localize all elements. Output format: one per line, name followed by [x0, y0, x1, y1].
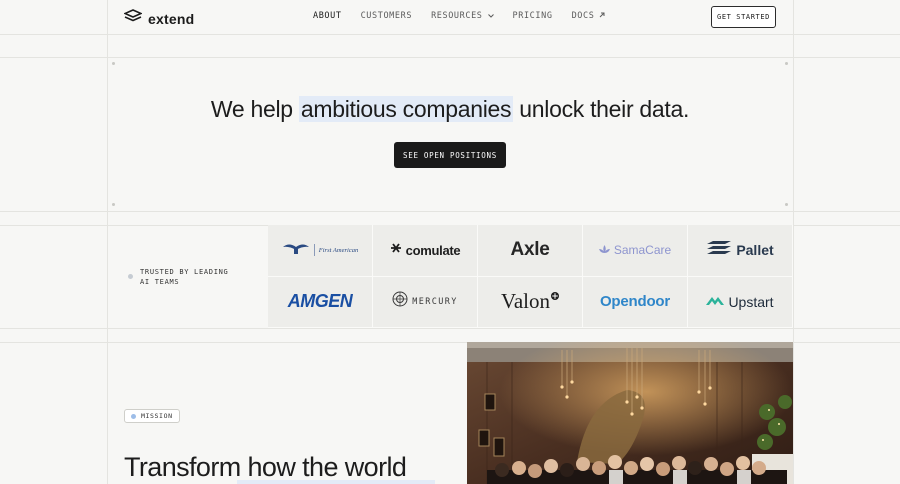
logo-first-american: First American	[268, 225, 373, 277]
logo-samacare: SamaCare	[583, 225, 688, 277]
brand-logo[interactable]: extend	[123, 9, 195, 28]
opendoor-text: Opendoor	[599, 293, 671, 311]
trusted-label: TRUSTED BY LEADING AI TEAMS	[128, 267, 235, 287]
nav-customers[interactable]: CUSTOMERS	[361, 11, 412, 21]
axle-text: Axle	[510, 239, 550, 261]
pallet-icon	[706, 241, 732, 259]
brand-name: extend	[148, 10, 195, 27]
hero-title-start: We help	[210, 96, 299, 122]
pallet-text: Pallet	[736, 242, 774, 259]
logo-valon: Valon	[478, 276, 583, 328]
logo-mercury: MERCURY	[373, 276, 478, 328]
logo-pallet: Pallet	[688, 225, 793, 277]
nav-docs-label: DOCS	[571, 11, 595, 21]
logo-divider	[313, 244, 315, 257]
external-arrow-icon	[599, 11, 605, 21]
nav-about-label: ABOUT	[313, 11, 342, 21]
lotus-icon	[598, 241, 610, 259]
samacare-text: SamaCare	[613, 243, 672, 258]
mission-title: Transform how the world	[124, 452, 407, 482]
nav-pricing-label: PRICING	[512, 11, 553, 21]
mission-badge-label: MISSION	[141, 412, 173, 420]
main-menu: ABOUT CUSTOMERS RESOURCES PRICING DOCS	[313, 11, 624, 21]
nav-resources[interactable]: RESOURCES	[431, 11, 494, 21]
hero-title-highlight: ambitious companies	[298, 96, 514, 122]
mercury-text: MERCURY	[412, 296, 458, 307]
mission-badge: MISSION	[124, 409, 180, 423]
nav-about[interactable]: ABOUT	[313, 11, 342, 21]
chevron-down-icon	[487, 11, 494, 21]
upstart-text: Upstart	[728, 293, 774, 310]
comulate-text: comulate	[405, 242, 461, 258]
top-nav: extend ABOUT CUSTOMERS RESOURCES PRICING…	[107, 0, 793, 34]
comulate-icon	[390, 241, 402, 259]
logo-axle: Axle	[478, 225, 583, 277]
logo-comulate: comulate	[373, 225, 478, 277]
customer-logo-grid: First American comulate Axle SamaCare Pa…	[268, 225, 793, 328]
hero-title: We help ambitious companies unlock their…	[0, 96, 900, 123]
amgen-text: AMGEN	[287, 291, 353, 312]
first-american-text: First American	[318, 246, 359, 254]
nav-docs[interactable]: DOCS	[572, 11, 606, 21]
valon-text: Valon	[501, 289, 550, 314]
logo-opendoor: Opendoor	[583, 276, 688, 328]
nav-pricing[interactable]: PRICING	[513, 11, 553, 21]
nav-customers-label: CUSTOMERS	[360, 11, 413, 21]
logo-upstart: Upstart	[688, 276, 793, 328]
hero-title-end: unlock their data.	[513, 96, 690, 122]
get-started-button[interactable]: GET STARTED	[711, 6, 776, 28]
upstart-icon	[706, 293, 725, 311]
trusted-text: TRUSTED BY LEADING AI TEAMS	[140, 268, 229, 286]
extend-logo-icon	[123, 9, 143, 28]
nav-resources-label: RESOURCES	[431, 11, 483, 21]
badge-dot	[131, 413, 136, 419]
bullet-dot	[128, 274, 133, 279]
team-photo	[467, 342, 793, 484]
eagle-icon	[282, 241, 310, 260]
see-open-positions-button[interactable]: SEE OPEN POSITIONS	[394, 142, 506, 168]
valon-star-icon	[551, 287, 559, 305]
mercury-icon	[392, 291, 408, 312]
logo-amgen: AMGEN	[268, 276, 373, 328]
